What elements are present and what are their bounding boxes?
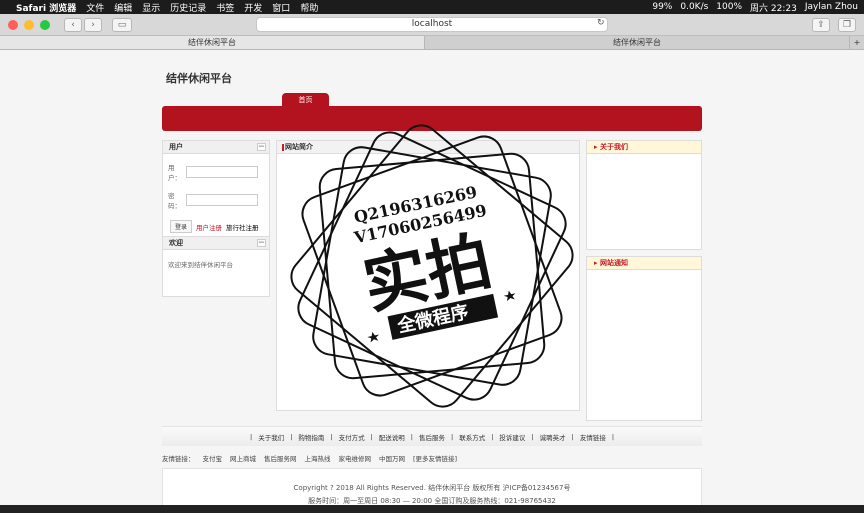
tab-2[interactable]: 结伴休闲平台 [425, 36, 850, 49]
sidebar-button[interactable]: ▭ [112, 17, 132, 32]
footer-link[interactable]: 关于我们 [258, 432, 284, 442]
history-nav: ‹ › [64, 17, 102, 32]
footer-link[interactable]: 支付方式 [339, 432, 365, 442]
menu-item-edit[interactable]: 编辑 [114, 1, 132, 14]
password-row: 密码： [168, 190, 269, 210]
reload-icon[interactable]: ↻ [597, 18, 605, 28]
window-controls [8, 19, 50, 30]
friend-link[interactable]: 网上商城 [230, 453, 256, 463]
forward-button[interactable]: › [84, 17, 102, 32]
welcome-box-title: 欢迎 — [163, 237, 269, 250]
menu-item-safari[interactable]: Safari 浏览器 [16, 1, 76, 14]
notice-box: ▸ 网站通知 [586, 256, 702, 421]
about-box-header: ▸ 关于我们 [587, 141, 701, 154]
menu-item-help[interactable]: 帮助 [300, 1, 318, 14]
password-label: 密码： [168, 192, 181, 210]
back-button[interactable]: ‹ [64, 17, 82, 32]
footer-link[interactable]: 配送说明 [379, 432, 405, 442]
copyright-text: Copyright ? 2018 All Rights Reserved. 结伴… [293, 484, 571, 492]
battery-text: 99% [652, 2, 673, 12]
tabs-button[interactable]: ❐ [838, 18, 856, 32]
menu-left: Safari 浏览器 文件 编辑 显示 历史记录 书签 开发 窗口 帮助 [6, 1, 318, 14]
copyright-box: Copyright ? 2018 All Rights Reserved. 结伴… [162, 468, 702, 508]
address-bar[interactable]: localhost [256, 17, 608, 32]
new-tab-icon[interactable]: + [850, 36, 864, 49]
footer-link[interactable]: 售后服务 [419, 432, 445, 442]
friend-link[interactable]: [更多友情链接] [413, 453, 457, 463]
footer-nav: | 关于我们 | 购物指南 | 支付方式 | 配送说明 | 售后服务 | 联系方式 | 投诉… [162, 426, 702, 446]
status-area: 99% 0.0K/s 100% 周六 22:23 Jaylan Zhou [652, 1, 858, 14]
notice-box-header: ▸ 网站通知 [587, 257, 701, 270]
network-text: 0.0K/s [680, 2, 709, 12]
about-box: ▸ 关于我们 [586, 140, 702, 250]
menu-item-bookmarks[interactable]: 书签 [216, 1, 234, 14]
user-box: 用户 — 用户： 密码： 登录 用户注册 旅行社注册 [162, 140, 270, 237]
friend-link[interactable]: 支付宝 [203, 453, 223, 463]
friend-link[interactable]: 家电维修网 [339, 453, 372, 463]
close-icon[interactable] [8, 19, 18, 30]
login-actions: 登录 用户注册 旅行社注册 [170, 220, 269, 233]
menu-item-file[interactable]: 文件 [86, 1, 104, 14]
collapse-icon[interactable]: — [257, 239, 266, 247]
header-marker [282, 144, 284, 151]
wifi-text: 100% [716, 2, 743, 12]
tab-1[interactable]: 结伴休闲平台 [0, 36, 425, 49]
menu-item-develop[interactable]: 开发 [244, 1, 262, 14]
username-row: 用户： [168, 162, 269, 182]
user-box-title: 用户 — [163, 141, 269, 154]
footer-link[interactable]: 友情链接 [580, 432, 606, 442]
footer-link[interactable]: 投诉建议 [499, 432, 525, 442]
intro-box-header: 网站简介 [277, 141, 579, 154]
menu-bar: Safari 浏览器 文件 编辑 显示 历史记录 书签 开发 窗口 帮助 99%… [0, 0, 864, 14]
menu-item-view[interactable]: 显示 [142, 1, 160, 14]
zoom-icon[interactable] [40, 19, 50, 30]
welcome-text: 欢迎来到结伴休闲平台 [168, 261, 233, 269]
share-button[interactable]: ⇪ [812, 18, 830, 32]
intro-box-title: 网站简介 [285, 143, 313, 151]
agency-register-link[interactable]: 旅行社注册 [226, 222, 259, 232]
user-box-title-text: 用户 [169, 143, 183, 151]
minimize-icon[interactable] [24, 19, 34, 30]
intro-box: 网站简介 [276, 140, 580, 411]
nav-bar [162, 106, 702, 131]
user-name[interactable]: Jaylan Zhou [805, 2, 858, 12]
dock [0, 505, 864, 513]
menu-item-window[interactable]: 窗口 [272, 1, 290, 14]
footer-link[interactable]: 购物指南 [298, 432, 324, 442]
username-input[interactable] [186, 166, 258, 178]
webpage: 结伴休闲平台 首页 用户 — 用户： 密码： 登录 用户注册 旅行社注册 欢迎 … [0, 50, 864, 508]
login-button[interactable]: 登录 [170, 220, 193, 233]
friend-link[interactable]: 中国万网 [379, 453, 405, 463]
site-title: 结伴休闲平台 [166, 72, 232, 85]
footer-link[interactable]: 诚聘英才 [540, 432, 566, 442]
collapse-icon[interactable]: — [257, 143, 266, 151]
password-input[interactable] [186, 194, 258, 206]
clock-text: 周六 22:23 [750, 3, 797, 14]
register-link[interactable]: 用户注册 [196, 222, 222, 232]
username-label: 用户： [168, 164, 181, 182]
notice-box-title: 网站通知 [599, 259, 628, 267]
about-box-title: 关于我们 [599, 143, 628, 151]
friend-links: 友情链接： 支付宝 网上商城 售后服务网 上海热线 家电维修网 中国万网 [更多… [162, 453, 702, 463]
tab-bar: 结伴休闲平台 结伴休闲平台 + [0, 36, 864, 50]
browser-toolbar: ‹ › ▭ localhost ↻ ⇪ ❐ [0, 14, 864, 36]
footer-link[interactable]: 联系方式 [459, 432, 485, 442]
friend-link[interactable]: 上海热线 [305, 453, 331, 463]
welcome-box-title-text: 欢迎 [169, 239, 183, 247]
friend-links-label: 友情链接： [162, 455, 195, 463]
menu-item-history[interactable]: 历史记录 [170, 1, 206, 14]
welcome-box: 欢迎 — 欢迎来到结伴休闲平台 [162, 236, 270, 297]
friend-link[interactable]: 售后服务网 [264, 453, 297, 463]
